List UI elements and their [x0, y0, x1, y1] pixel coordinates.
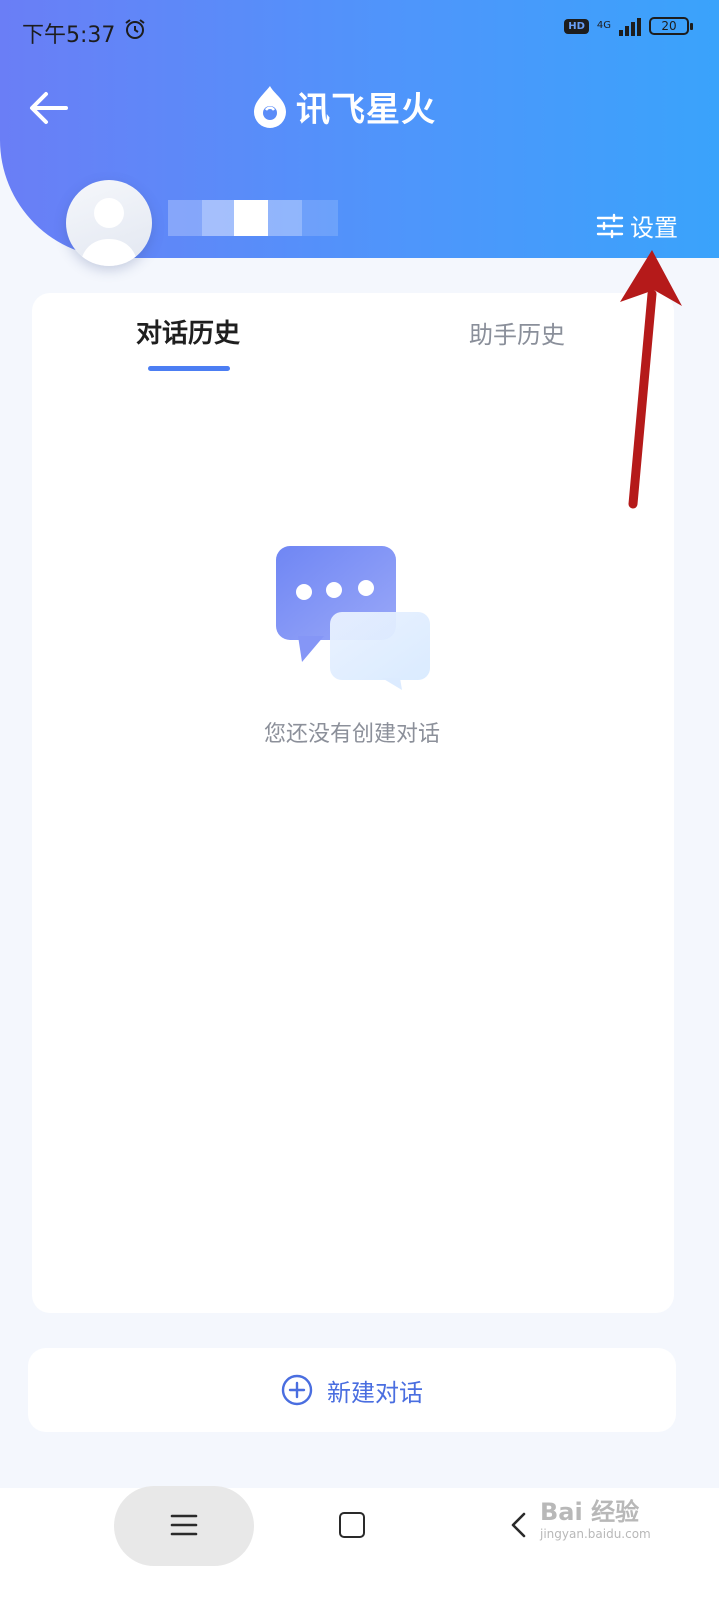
- tab-active-indicator: [148, 366, 230, 371]
- tab-chat-history[interactable]: 对话历史: [136, 313, 240, 350]
- chat-bubbles-icon: [276, 546, 430, 690]
- network-type: 4G: [596, 20, 611, 31]
- hd-icon: HD: [564, 18, 589, 34]
- nav-home-button[interactable]: [339, 1512, 365, 1538]
- user-silhouette-icon: [80, 198, 138, 266]
- watermark-brand: Bai 经验: [540, 1498, 640, 1526]
- battery-icon: 20: [649, 17, 693, 35]
- empty-state-message: 您还没有创建对话: [263, 722, 440, 747]
- watermark-url: jingyan.baidu.com: [540, 1527, 651, 1541]
- history-card: [32, 293, 674, 1313]
- new-chat-label: 新建对话: [327, 1378, 423, 1407]
- tab-assistant-history[interactable]: 助手历史: [469, 315, 565, 350]
- nav-menu-button[interactable]: [114, 1486, 254, 1566]
- app-brand: 讯飞星火: [250, 82, 436, 131]
- menu-icon: [170, 1514, 198, 1536]
- status-time: 下午5:37: [22, 23, 116, 48]
- flame-logo-icon: [254, 85, 286, 128]
- back-arrow-icon[interactable]: [24, 84, 72, 132]
- username-blurred: [168, 200, 338, 236]
- status-right: HD 4G 20: [564, 16, 693, 36]
- alarm-icon: [125, 19, 145, 39]
- baidu-watermark: Bai 经验 jingyan.baidu.com: [540, 1492, 651, 1541]
- plus-circle-icon: [281, 1374, 313, 1406]
- status-bar: 下午5:37 HD 4G 20: [0, 0, 719, 60]
- signal-icon: [619, 16, 641, 36]
- avatar[interactable]: [66, 180, 152, 266]
- sliders-icon: [596, 213, 624, 238]
- nav-back-icon[interactable]: [506, 1510, 534, 1540]
- app-name: 讯飞星火: [296, 90, 436, 130]
- new-chat-button[interactable]: 新建对话: [28, 1348, 676, 1432]
- annotation-arrow: [620, 250, 682, 509]
